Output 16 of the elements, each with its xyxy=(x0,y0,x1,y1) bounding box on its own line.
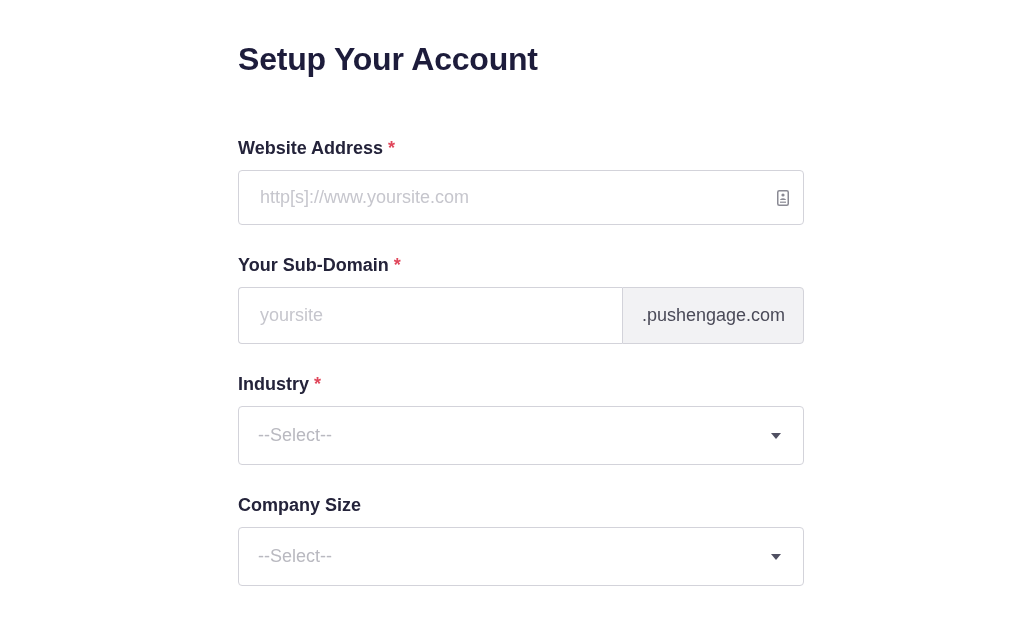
select-field[interactable]: --Select-- xyxy=(238,527,804,586)
domain-suffix: .pushengage.com xyxy=(621,287,804,344)
field-label: Website Address xyxy=(238,137,384,159)
required-mark: * xyxy=(388,137,396,159)
select-field[interactable]: --Select-- xyxy=(238,406,804,465)
field-label: Your Sub-Domain xyxy=(238,254,389,276)
caret-icon xyxy=(771,432,781,439)
url-input-field[interactable]: http[s]://www.yoursite.com xyxy=(238,170,804,225)
page-title: Setup Your Account xyxy=(238,41,538,78)
contact-card-icon[interactable] xyxy=(777,190,789,206)
required-mark: * xyxy=(314,373,322,395)
caret-icon xyxy=(771,553,781,560)
field-label: Company Size xyxy=(238,494,362,516)
subdomain-input-field[interactable]: yoursite xyxy=(238,287,622,344)
field-label: Industry xyxy=(238,373,309,395)
required-mark: * xyxy=(393,254,401,276)
